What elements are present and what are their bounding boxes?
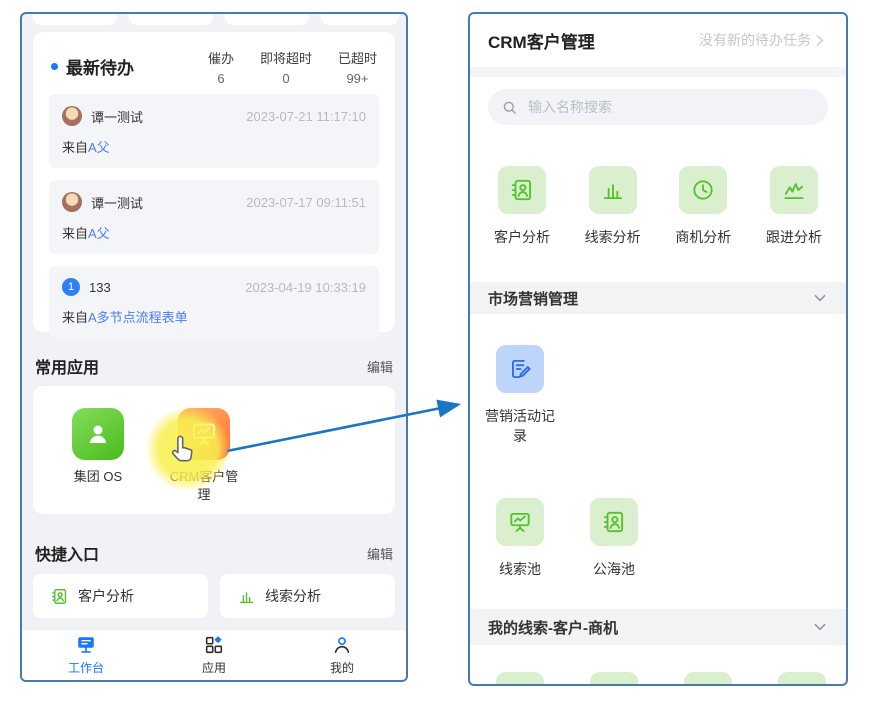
app-tile-group-os[interactable]: 集团 OS — [63, 408, 133, 514]
partial-card — [129, 12, 213, 25]
todo-item[interactable]: 1 133 2023-04-19 10:33:19 来自A多节点流程表单 — [49, 266, 379, 338]
contact-book-icon — [498, 166, 546, 214]
todo-title-wrap: 最新待办 — [51, 48, 208, 79]
crm-app-screen: CRM客户管理 没有新的待办任务 客户分析 — [468, 12, 848, 686]
todo-source: 来自A父 — [62, 137, 366, 156]
partial-card — [225, 12, 309, 25]
user-icon — [331, 634, 353, 656]
todo-notice[interactable]: 没有新的待办任务 — [699, 30, 811, 50]
edit-quick-entry-button[interactable]: 编辑 — [367, 544, 393, 563]
cursor-icon — [167, 434, 199, 468]
clock-icon — [679, 166, 727, 214]
analysis-followup[interactable]: 跟进分析 — [762, 166, 826, 247]
todo-item[interactable]: 谭一测试 2023-07-17 09:11:51 来自A父 — [49, 180, 379, 254]
tab-apps[interactable]: 应用 — [150, 630, 278, 680]
timestamp: 2023-07-21 11:17:10 — [246, 109, 366, 124]
source-link[interactable]: A父 — [88, 226, 110, 241]
partial-card — [33, 12, 117, 25]
stat-urge[interactable]: 催办 6 — [208, 48, 234, 86]
timestamp: 2023-04-19 10:33:19 — [245, 280, 366, 295]
presentation-icon — [496, 498, 544, 546]
todo-item[interactable]: 谭一测试 2023-07-21 11:17:10 来自A父 — [49, 94, 379, 168]
tab-mine[interactable]: 我的 — [278, 630, 406, 680]
stat-about-to-timeout[interactable]: 即将超时 0 — [260, 48, 312, 86]
common-apps-title: 常用应用 — [35, 354, 99, 378]
marketing-activity-record[interactable]: 营销活动记录 — [482, 345, 558, 446]
page-title: CRM客户管理 — [488, 28, 699, 53]
section-my-leads-customers[interactable]: 我的线索-客户-商机 — [470, 609, 846, 645]
quick-entry-lead-analysis[interactable]: 线索分析 — [220, 574, 395, 618]
crm-header: CRM客户管理 没有新的待办任务 — [470, 14, 846, 66]
workbench-monitor-icon — [75, 634, 97, 656]
avatar — [62, 106, 82, 126]
number-badge: 1 — [62, 278, 80, 296]
partial-tile — [684, 672, 732, 686]
analysis-customer[interactable]: 客户分析 — [490, 166, 554, 247]
partial-tile — [496, 672, 544, 686]
timestamp: 2023-07-17 09:11:51 — [246, 195, 366, 210]
public-sea-pool[interactable]: 公海池 — [576, 498, 652, 579]
todo-source: 来自A父 — [62, 223, 366, 242]
todo-source: 来自A多节点流程表单 — [62, 307, 366, 326]
partial-tile — [590, 672, 638, 686]
quick-entry-title: 快捷入口 — [35, 541, 99, 565]
divider-strip — [470, 67, 846, 77]
quick-entry-customer-analysis[interactable]: 客户分析 — [33, 574, 208, 618]
latest-todo-card: 最新待办 催办 6 即将超时 0 已超时 99+ 谭一测试 — [33, 32, 395, 332]
partial-card — [321, 12, 399, 25]
chevron-right-icon[interactable] — [811, 32, 828, 49]
search-icon — [501, 99, 518, 116]
chevron-down-icon — [812, 619, 828, 635]
analysis-icon-row: 客户分析 线索分析 商机分析 — [490, 166, 826, 247]
contact-book-icon — [590, 498, 638, 546]
section-marketing-management[interactable]: 市场营销管理 — [470, 282, 846, 314]
tab-workbench[interactable]: 工作台 — [22, 630, 150, 680]
apps-grid-icon — [203, 634, 225, 656]
lead-pool[interactable]: 线索池 — [482, 498, 558, 579]
workbench-screen: 最新待办 催办 6 即将超时 0 已超时 99+ 谭一测试 — [20, 12, 408, 682]
analysis-lead[interactable]: 线索分析 — [581, 166, 645, 247]
todo-stats: 催办 6 即将超时 0 已超时 99+ — [208, 48, 377, 86]
partial-tile — [778, 672, 826, 686]
stat-timed-out[interactable]: 已超时 99+ — [338, 48, 377, 86]
pools-row: 线索池 公海池 — [482, 498, 652, 579]
chevron-down-icon — [812, 290, 828, 306]
bullet-dot-icon — [51, 63, 58, 70]
edit-apps-button[interactable]: 编辑 — [367, 357, 393, 376]
contact-book-icon — [50, 587, 69, 606]
avatar — [62, 192, 82, 212]
search-input[interactable] — [526, 98, 815, 116]
analysis-opportunity[interactable]: 商机分析 — [671, 166, 735, 247]
todo-title: 最新待办 — [66, 54, 134, 79]
bottom-tab-bar: 工作台 应用 我的 — [22, 629, 406, 680]
bar-chart-icon — [237, 587, 256, 606]
source-link[interactable]: A多节点流程表单 — [88, 310, 188, 325]
search-bar[interactable] — [488, 89, 828, 125]
bar-chart-icon — [589, 166, 637, 214]
source-link[interactable]: A父 — [88, 140, 110, 155]
partial-icon-row — [496, 672, 826, 686]
edit-doc-icon — [496, 345, 544, 393]
todo-header: 最新待办 催办 6 即将超时 0 已超时 99+ — [33, 32, 395, 94]
trend-line-icon — [770, 166, 818, 214]
user-app-icon — [72, 408, 124, 460]
